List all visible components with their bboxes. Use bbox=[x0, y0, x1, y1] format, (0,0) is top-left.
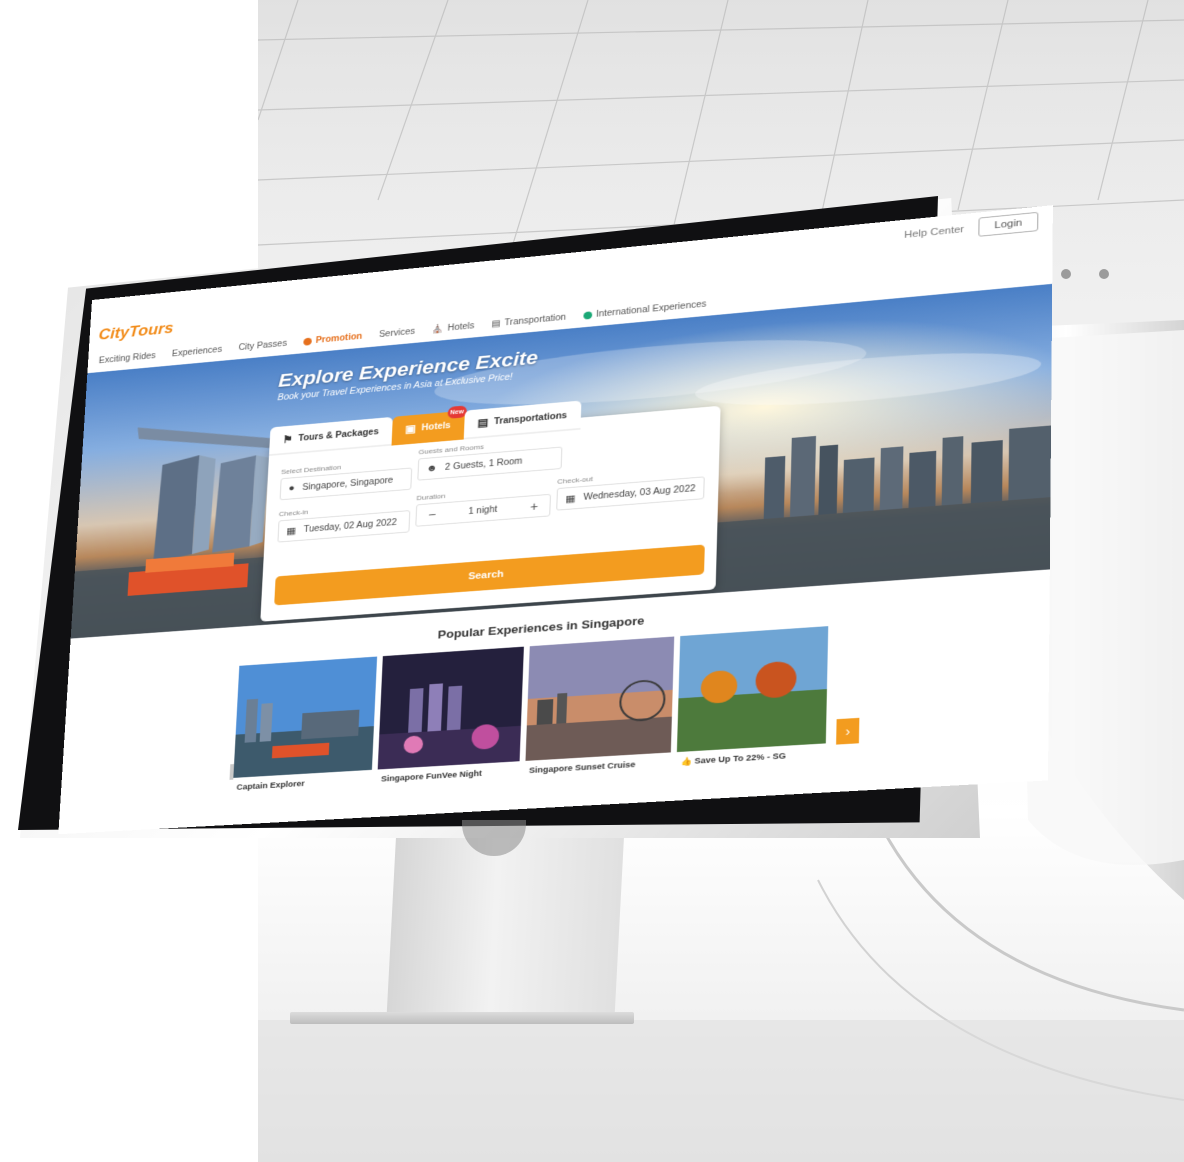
nav-item-transportation[interactable]: ▤ Transportation bbox=[491, 312, 566, 328]
experience-card[interactable]: 👍 Save Up To 22% - SG bbox=[676, 626, 828, 781]
calendar-icon: ▦ bbox=[286, 525, 296, 537]
user-icon: ☻ bbox=[426, 463, 437, 474]
experience-card[interactable]: Captain Explorer bbox=[232, 657, 377, 806]
nav-item-exciting-rides[interactable]: Exciting Rides bbox=[99, 351, 156, 365]
tab-hotels[interactable]: ▣ Hotels New bbox=[391, 411, 464, 446]
monitor-screen: Help Center Login CityTours Exciting Rid… bbox=[58, 205, 1053, 834]
guests-value: 2 Guests, 1 Room bbox=[445, 456, 523, 472]
destination-value: Singapore, Singapore bbox=[302, 475, 393, 492]
duration-value: 1 night bbox=[468, 505, 497, 517]
tour-icon: ⚑ bbox=[282, 433, 293, 446]
checkout-value: Wednesday, 03 Aug 2022 bbox=[583, 484, 695, 502]
card-image bbox=[378, 647, 524, 770]
nav-label: Transportation bbox=[504, 312, 566, 327]
promo-dot-icon bbox=[303, 337, 312, 345]
thumbs-up-icon: 👍 bbox=[681, 757, 693, 767]
hero-banner: Explore Experience Excite Book your Trav… bbox=[71, 284, 1053, 639]
card-title-text: Save Up To 22% - SG bbox=[694, 751, 786, 765]
nav-label: Promotion bbox=[315, 332, 362, 346]
nav-item-promotion[interactable]: Promotion bbox=[303, 332, 362, 347]
nav-item-services[interactable]: Services bbox=[379, 327, 415, 340]
nav-label: Experiences bbox=[172, 345, 223, 359]
popular-carousel: Captain Explorer Singapore FunVee Night bbox=[232, 623, 867, 803]
nav-item-experiences[interactable]: Experiences bbox=[172, 345, 223, 359]
card-title: 👍 Save Up To 22% - SG bbox=[680, 751, 786, 767]
card-image bbox=[677, 626, 828, 752]
help-center-link[interactable]: Help Center bbox=[904, 224, 964, 240]
checkin-value: Tuesday, 02 Aug 2022 bbox=[303, 518, 397, 535]
card-title: Singapore Sunset Cruise bbox=[529, 760, 636, 775]
card-image bbox=[233, 657, 377, 778]
hotel-icon: ⛪ bbox=[432, 324, 444, 334]
hotel-icon: ▣ bbox=[405, 422, 416, 435]
booking-widget: ⚑ Tours & Packages ▣ Hotels New ▤ Transp… bbox=[260, 406, 720, 622]
tab-label: Tours & Packages bbox=[298, 427, 379, 443]
card-title: Singapore FunVee Night bbox=[381, 769, 482, 784]
calendar-icon: ▦ bbox=[565, 492, 576, 504]
monitor-stand-base bbox=[290, 1012, 634, 1024]
nav-label: City Passes bbox=[238, 339, 287, 353]
checkin-label: Check-in bbox=[279, 508, 309, 518]
tab-label: Hotels bbox=[421, 421, 450, 433]
nav-label: International Experiences bbox=[596, 299, 707, 319]
location-pin-icon: ● bbox=[288, 483, 295, 494]
bus-icon: ▤ bbox=[477, 416, 488, 429]
duration-label: Duration bbox=[416, 492, 445, 502]
card-title: Captain Explorer bbox=[236, 779, 305, 792]
tab-label: Transportations bbox=[494, 411, 567, 427]
nav-item-hotels[interactable]: ⛪ Hotels bbox=[432, 321, 475, 334]
next-arrow[interactable]: › bbox=[836, 718, 859, 745]
login-button[interactable]: Login bbox=[978, 212, 1038, 237]
nav-label: Hotels bbox=[447, 321, 474, 333]
decrement-button[interactable]: − bbox=[424, 507, 440, 522]
nav-label: Exciting Rides bbox=[99, 351, 156, 365]
globe-dot-icon bbox=[583, 311, 592, 319]
bus-icon: ▤ bbox=[491, 319, 500, 329]
nav-label: Services bbox=[379, 327, 415, 340]
checkout-label: Check-out bbox=[557, 475, 593, 486]
experience-card[interactable]: Singapore Sunset Cruise bbox=[524, 637, 674, 790]
experience-card[interactable]: Singapore FunVee Night bbox=[376, 647, 524, 798]
card-image bbox=[525, 637, 674, 761]
increment-button[interactable]: + bbox=[526, 499, 542, 514]
nav-item-city-passes[interactable]: City Passes bbox=[238, 339, 287, 353]
